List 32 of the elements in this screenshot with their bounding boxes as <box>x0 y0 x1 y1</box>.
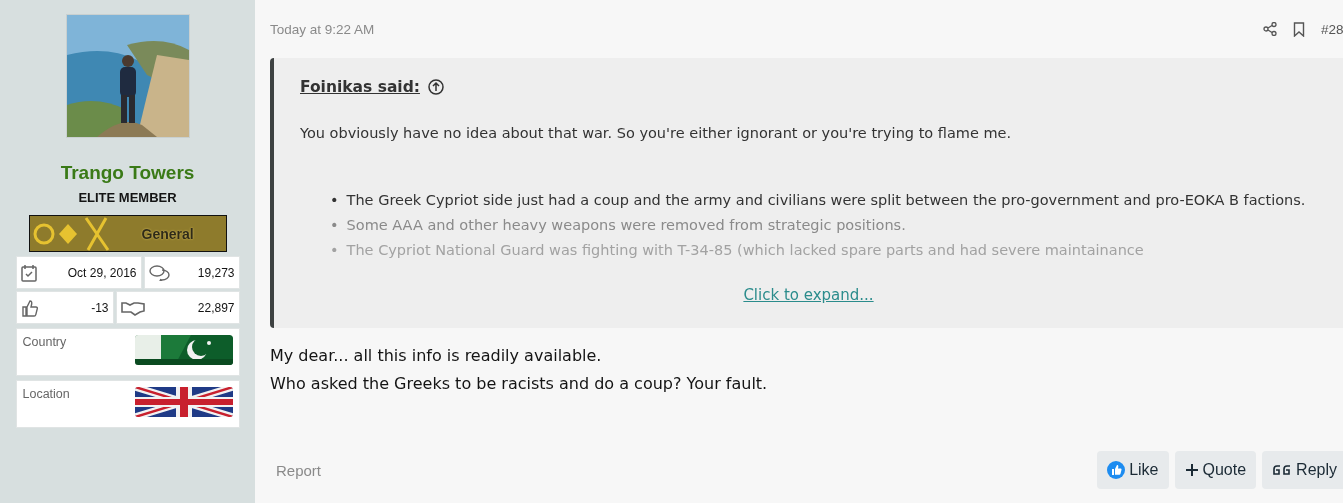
post-number[interactable]: #28 <box>1321 21 1343 37</box>
points-count: 22,897 <box>197 300 235 315</box>
user-name[interactable]: Trango Towers <box>60 162 195 184</box>
share-icon[interactable] <box>1263 22 1277 36</box>
bookmark-icon[interactable] <box>1293 21 1305 37</box>
like-button[interactable]: Like <box>1097 451 1169 489</box>
post-text: My dear... all this info is readily available. <box>270 345 603 367</box>
expand-link[interactable]: Click to expand... <box>743 286 874 304</box>
thumbs-up-icon <box>20 298 39 317</box>
thumbs-up-icon <box>1107 461 1126 479</box>
rank-banner: General <box>28 215 227 252</box>
field-label: Country <box>22 335 67 351</box>
bullet-mark: • <box>330 191 339 210</box>
join-date: Oct 29, 2016 <box>67 265 137 280</box>
arrow-up-circle-icon[interactable] <box>427 79 444 95</box>
reaction-score: -13 <box>91 300 109 315</box>
quote-marks-icon <box>1272 462 1293 478</box>
quote-text: You obviously have no idea about that war. So you're either ignorant or you're trying to flame me. <box>300 124 1013 143</box>
bullet-mark: • <box>330 216 339 235</box>
quote-author-link[interactable]: Foinikas said: <box>300 78 420 96</box>
bullet-mark: • <box>330 241 339 260</box>
post-text: Who asked the Greeks to be racists and do a coup? Your fault. <box>270 373 769 395</box>
reply-button[interactable]: Reply <box>1262 451 1343 489</box>
calendar-icon <box>20 263 37 282</box>
message-count: 19,273 <box>197 265 235 280</box>
quote-bullet: The Cypriot National Guard was fighting with T-34-85 (which lacked spare parts and had severe maintainance <box>346 241 1144 260</box>
field-label: Location <box>22 387 70 403</box>
user-title: ELITE MEMBER <box>78 190 177 205</box>
quote-bullet: The Greek Cypriot side just had a coup and the army and civilians were split between the pro-government and pro-EOKA B factions. <box>346 191 1306 210</box>
plus-icon <box>1184 463 1199 477</box>
quote-button[interactable]: Quote <box>1174 451 1257 489</box>
quote-bullet: Some AAA and other heavy weapons were removed from strategic positions. <box>346 216 906 235</box>
